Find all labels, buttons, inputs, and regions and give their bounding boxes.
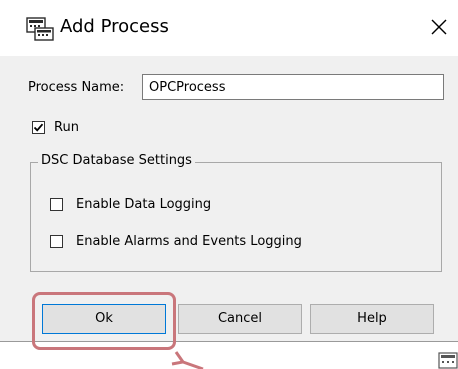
ok-button-highlight: [32, 292, 176, 350]
dialog-title: Add Process: [60, 16, 169, 37]
dsc-database-settings-group: [30, 162, 442, 272]
help-button[interactable]: Help: [310, 304, 434, 334]
add-process-dialog: Add Process Process Name: Run DSC Databa…: [0, 0, 458, 342]
process-window-icon: [26, 17, 54, 41]
process-window-icon: [438, 352, 458, 369]
process-name-input[interactable]: [142, 74, 444, 100]
run-checkbox[interactable]: [32, 121, 45, 134]
checkmark-icon: [33, 123, 44, 132]
enable-data-logging-label: Enable Data Logging: [76, 197, 212, 212]
enable-alarms-events-checkbox[interactable]: [50, 235, 63, 248]
process-name-label: Process Name:: [28, 80, 125, 95]
run-label: Run: [54, 120, 79, 135]
title-bar: Add Process: [0, 0, 458, 56]
group-title: DSC Database Settings: [38, 153, 195, 168]
enable-data-logging-checkbox[interactable]: [50, 198, 63, 211]
close-button[interactable]: [424, 12, 454, 42]
close-icon: [431, 19, 447, 35]
enable-alarms-events-label: Enable Alarms and Events Logging: [76, 234, 302, 249]
screenshot: Add Process Process Name: Run DSC Databa…: [0, 0, 458, 369]
cancel-button[interactable]: Cancel: [178, 304, 302, 334]
